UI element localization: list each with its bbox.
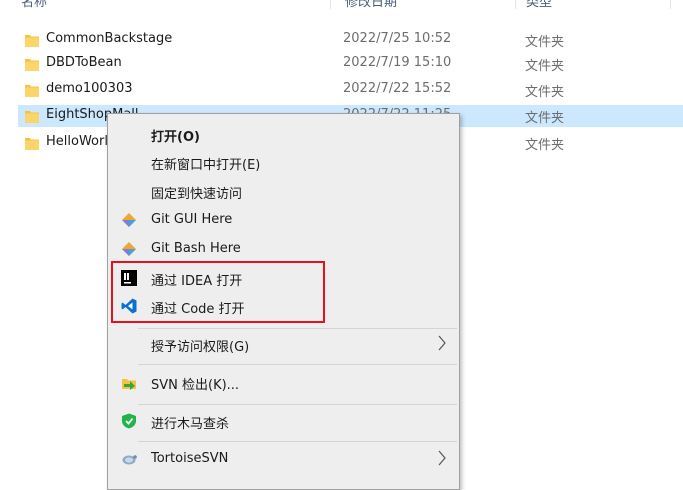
file-name: CommonBackstage (46, 31, 173, 46)
menu-item-tortoise-svn[interactable]: TortoiseSVN (108, 445, 459, 473)
menu-item-label: 固定到快速访问 (151, 187, 243, 202)
file-type: 文件夹 (525, 111, 565, 126)
folder-icon (25, 59, 39, 71)
menu-separator (138, 404, 457, 405)
file-row[interactable]: CommonBackstage 2022/7/25 10:52 文件夹 (18, 29, 683, 51)
menu-item-label: Git Bash Here (151, 241, 241, 256)
folder-icon (25, 35, 39, 47)
column-header: 名称 修改日期 类型 (0, 0, 683, 11)
menu-item-svn-checkout[interactable]: SVN 检出(K)... (108, 368, 459, 396)
column-type[interactable]: 类型 (526, 0, 552, 10)
chevron-right-icon (438, 335, 446, 351)
highlight-box (111, 261, 325, 323)
menu-separator (138, 441, 457, 442)
file-name: DBDToBean (46, 55, 122, 70)
menu-item-label: 进行木马查杀 (151, 417, 230, 432)
file-date: 2022/7/22 15:52 (343, 81, 452, 96)
column-separator[interactable] (515, 0, 516, 9)
menu-item-git-bash[interactable]: Git Bash Here (108, 235, 459, 263)
folder-icon (25, 85, 39, 97)
file-type: 文件夹 (525, 138, 565, 153)
column-separator[interactable] (670, 0, 671, 9)
file-type: 文件夹 (525, 59, 565, 74)
menu-separator (138, 364, 457, 365)
menu-item-open-new-window[interactable]: 在新窗口中打开(E) (108, 148, 459, 176)
column-modified[interactable]: 修改日期 (345, 0, 397, 10)
tortoise-svn-icon (122, 455, 137, 465)
svn-checkout-icon (122, 379, 136, 390)
folder-icon (25, 138, 39, 150)
chevron-right-icon (438, 450, 446, 466)
menu-separator (138, 328, 457, 329)
menu-item-label: 在新窗口中打开(E) (151, 158, 261, 173)
menu-item-label: TortoiseSVN (151, 451, 229, 466)
menu-item-label: 授予访问权限(G) (151, 340, 250, 355)
file-name: demo100303 (46, 81, 133, 96)
git-bash-icon (122, 242, 136, 256)
folder-icon (25, 111, 39, 123)
file-row[interactable]: demo100303 2022/7/22 15:52 文件夹 (18, 79, 683, 101)
file-type: 文件夹 (525, 35, 565, 50)
menu-item-git-gui[interactable]: Git GUI Here (108, 206, 459, 234)
file-type: 文件夹 (525, 85, 565, 100)
shield-icon (122, 413, 136, 429)
column-separator[interactable] (330, 0, 331, 9)
menu-item-pin-quick-access[interactable]: 固定到快速访问 (108, 177, 459, 205)
menu-item-label: Git GUI Here (151, 212, 233, 227)
file-name: HelloWorld (46, 134, 117, 149)
file-date: 2022/7/19 15:10 (343, 55, 452, 70)
file-date: 2022/7/25 10:52 (343, 31, 452, 46)
menu-item-grant-access[interactable]: 授予访问权限(G) (108, 330, 459, 358)
menu-item-label: 打开(O) (151, 130, 200, 145)
git-gui-icon (122, 213, 136, 227)
menu-item-label: SVN 检出(K)... (151, 378, 240, 393)
menu-item-trojan-scan[interactable]: 进行木马查杀 (108, 407, 459, 435)
column-name[interactable]: 名称 (21, 0, 47, 10)
file-row[interactable]: DBDToBean 2022/7/19 15:10 文件夹 (18, 53, 683, 75)
menu-item-open[interactable]: 打开(O) (108, 120, 459, 148)
